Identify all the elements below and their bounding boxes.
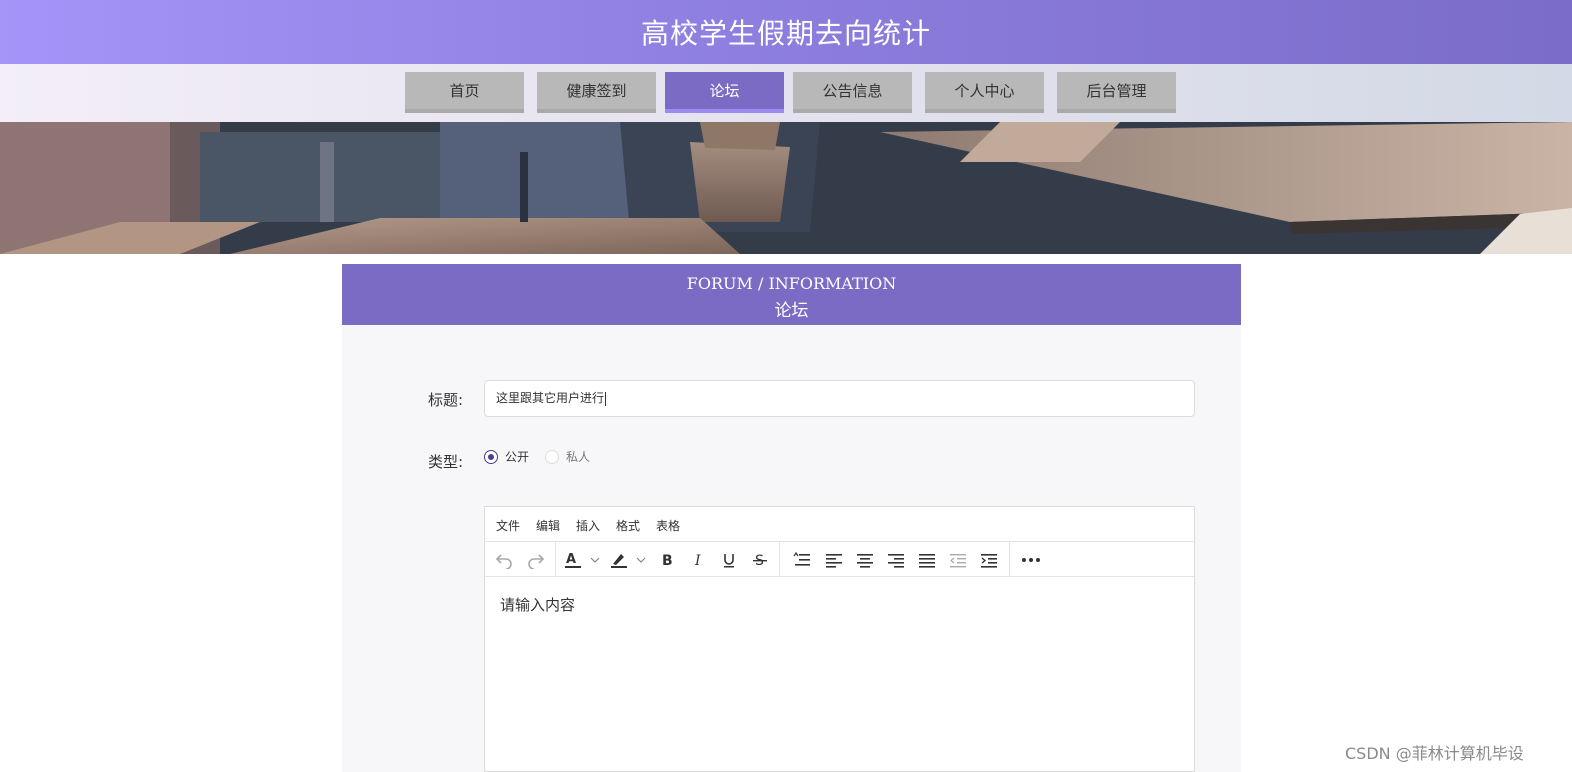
strikethrough-icon[interactable]: S [746,542,774,577]
underline-icon[interactable] [715,542,743,577]
nav-item-personal-center[interactable]: 个人中心 [925,72,1044,113]
nav-item-home[interactable]: 首页 [405,72,524,113]
align-left-icon[interactable] [820,542,848,577]
radio-private[interactable]: 私人 [545,448,590,465]
italic-icon[interactable]: I [684,542,712,577]
menu-table[interactable]: 表格 [656,517,680,534]
section-header: FORUM / INFORMATION 论坛 [342,264,1241,325]
toolbar-separator [1009,542,1010,577]
radio-private-indicator [545,449,559,464]
banner-classroom-illustration [0,122,1572,254]
font-color-icon[interactable]: A [561,542,605,577]
title-label: 标题: [428,391,464,409]
nav-item-announcements[interactable]: 公告信息 [793,72,912,113]
radio-public-indicator [484,449,498,464]
watermark: CSDN @菲林计算机毕设 [1345,744,1524,763]
menu-file[interactable]: 文件 [496,517,520,534]
outdent-icon[interactable] [944,542,972,577]
section-title-en: FORUM / INFORMATION [686,274,897,293]
line-height-icon[interactable] [788,542,816,577]
toolbar-separator [779,542,780,577]
section-title-zh: 论坛 [774,301,809,321]
align-justify-icon[interactable] [913,542,941,577]
highlight-icon[interactable] [607,542,651,577]
menu-format[interactable]: 格式 [616,517,640,534]
svg-text:B: B [662,553,673,568]
radio-public-label: 公开 [505,450,530,464]
redo-icon[interactable] [522,542,550,577]
nav-item-admin[interactable]: 后台管理 [1057,72,1176,113]
site-title: 高校学生假期去向统计 [640,17,931,50]
banner-image [0,122,1572,254]
title-input[interactable]: 这里跟其它用户进行 [484,380,1195,417]
bold-icon[interactable]: B [653,542,681,577]
type-label: 类型: [428,453,464,471]
svg-text:I: I [694,553,701,568]
toolbar-separator [555,542,556,577]
radio-private-label: 私人 [566,450,591,464]
nav-item-health-checkin[interactable]: 健康签到 [537,72,656,113]
site-header: 高校学生假期去向统计 [0,0,1572,64]
align-center-icon[interactable] [851,542,879,577]
menu-edit[interactable]: 编辑 [536,517,560,534]
rich-text-editor: 文件 编辑 插入 格式 表格 A B I S 请输入内容 [484,506,1195,772]
radio-public[interactable]: 公开 [484,448,529,465]
editor-menubar: 文件 编辑 插入 格式 表格 [485,507,1194,542]
svg-text:A: A [566,552,576,567]
nav-item-forum[interactable]: 论坛 [665,72,784,113]
editor-toolbar: A B I S [485,542,1194,577]
editor-content-placeholder[interactable]: 请输入内容 [500,594,575,615]
menu-insert[interactable]: 插入 [576,517,600,534]
undo-icon[interactable] [490,542,518,577]
indent-icon[interactable] [975,542,1003,577]
main-nav: 首页 健康签到 论坛 公告信息 个人中心 后台管理 [0,64,1572,122]
align-right-icon[interactable] [882,542,910,577]
more-icon[interactable] [1015,542,1047,577]
